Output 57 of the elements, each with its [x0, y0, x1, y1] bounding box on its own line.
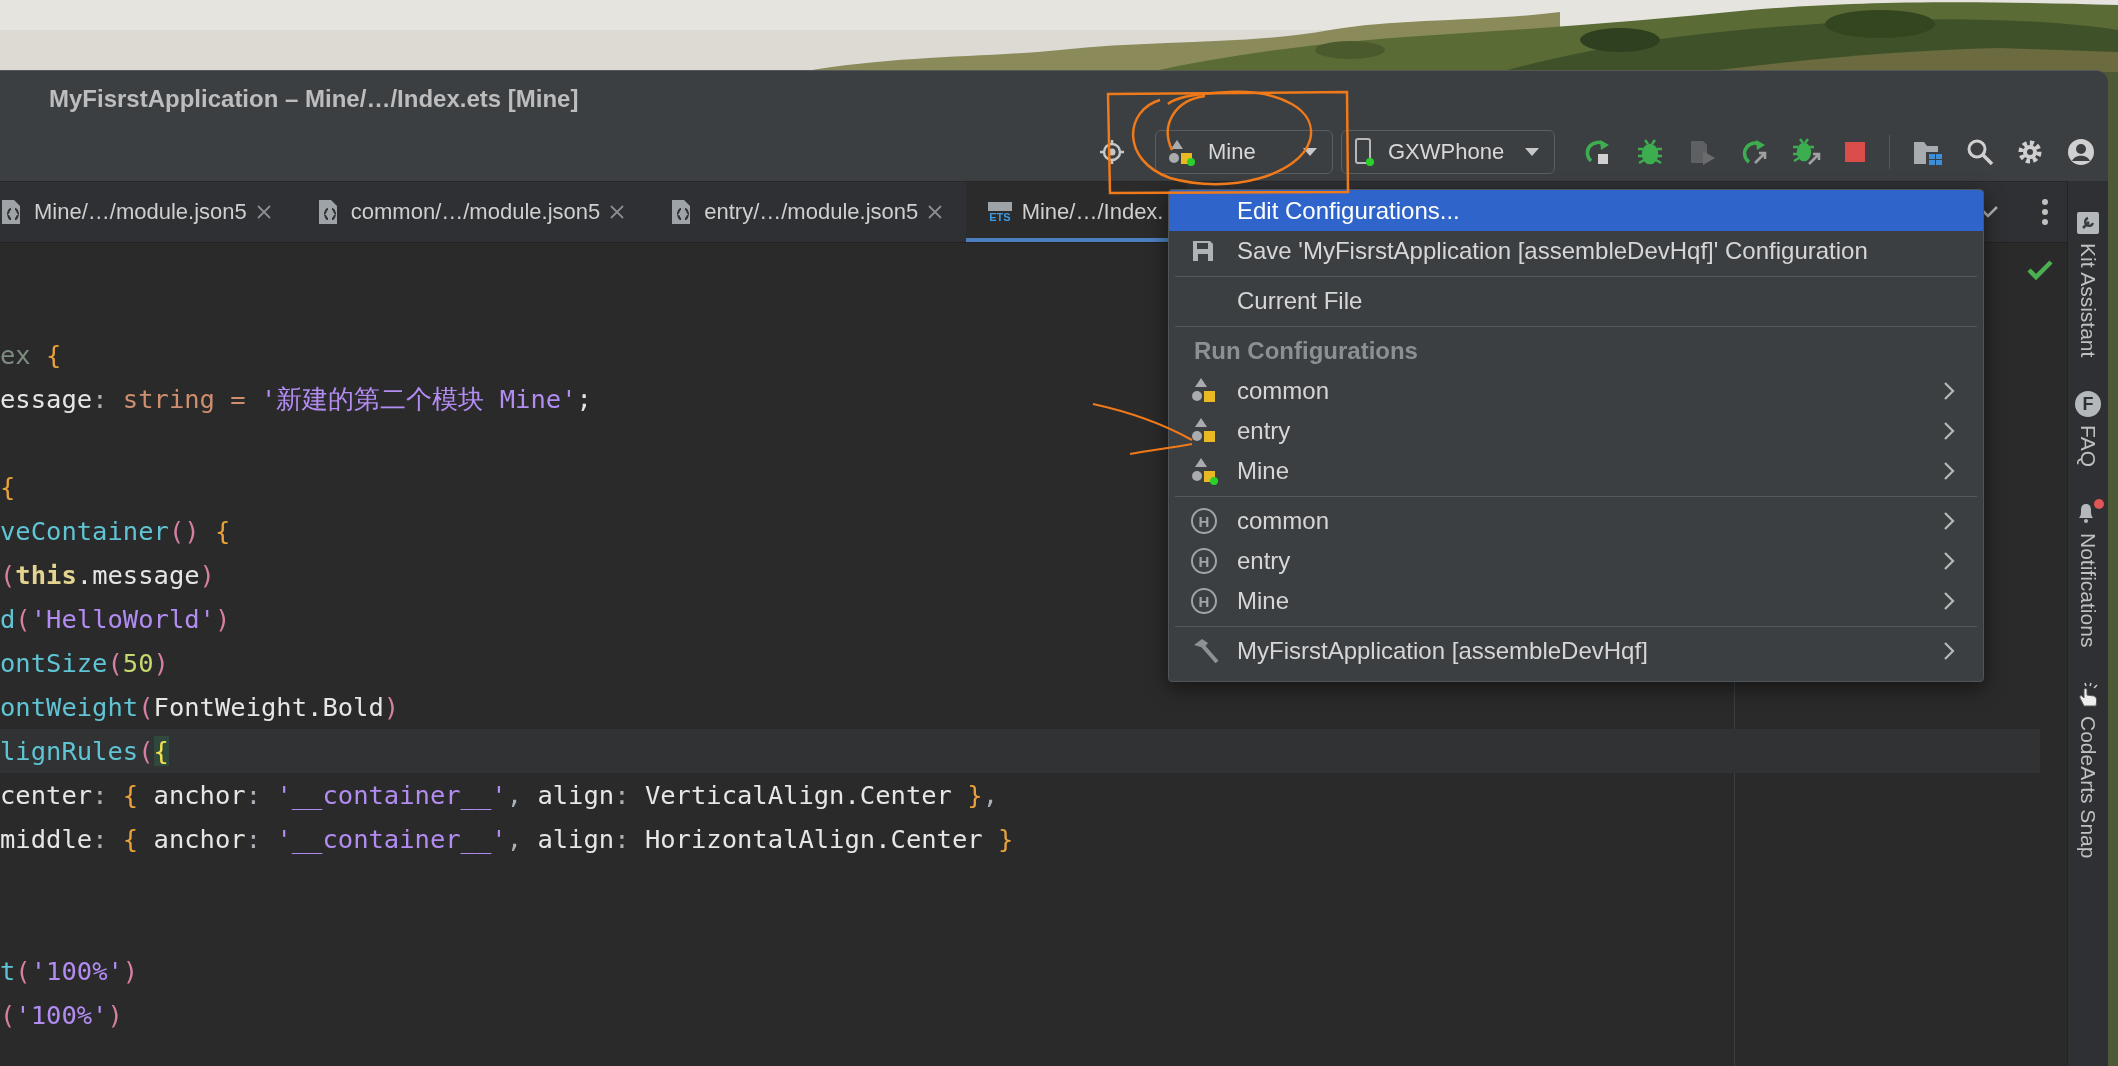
code-line: lignRules({ [0, 736, 169, 766]
account-icon[interactable] [2066, 137, 2096, 167]
menu-item[interactable]: MyFisrstApplication [assembleDevHqf] [1169, 631, 1983, 671]
pointing-hand-icon [2076, 681, 2100, 708]
menu-item[interactable]: Mine [1169, 451, 1983, 491]
code-line: ontWeight(FontWeight.Bold) [0, 692, 400, 722]
tool-window-button[interactable]: F FAQ [2075, 391, 2101, 468]
editor-tab[interactable]: Mine/…/module.json5 [0, 182, 295, 242]
device-dropdown[interactable]: GXWPhone [1341, 130, 1555, 174]
more-icon[interactable] [2041, 198, 2049, 226]
letter-icon: H [1191, 508, 1217, 534]
letter-icon: H [1191, 548, 1217, 574]
caret-icon [1302, 147, 1318, 157]
tool-window-button[interactable]: CodeArts Snap [2076, 681, 2100, 859]
menu-item[interactable]: H Mine [1169, 581, 1983, 621]
tool-window-button[interactable]: Kit Assistant [2076, 211, 2100, 358]
letter-icon: H [1191, 588, 1217, 614]
letter-icon: F [2075, 391, 2101, 418]
code-line: center: { anchor: '__container__', align: VerticalAlign.Center }, [0, 780, 998, 810]
caret-icon [1524, 147, 1540, 157]
menu-item[interactable]: entry [1169, 411, 1983, 451]
tool-window-button[interactable]: Notifications [2076, 501, 2100, 648]
close-icon[interactable] [610, 205, 625, 219]
menu-item[interactable]: Current File [1169, 281, 1983, 321]
code-line: essage: string = '新建的第二个模块 Mine'; [0, 384, 592, 414]
menu-section-header: Run Configurations [1193, 336, 1419, 366]
stop-icon[interactable] [1843, 140, 1867, 164]
editor-tab[interactable]: entry/…/module.json5 [648, 182, 967, 242]
module-icon [1168, 138, 1196, 166]
code-line: middle: { anchor: '__container__', align: HorizontalAlign.Center } [0, 824, 1014, 854]
editor-tab[interactable]: ETS Mine/…/Index. [966, 182, 1188, 242]
search-icon[interactable] [1966, 138, 1994, 166]
save-icon [1191, 239, 1215, 263]
locate-icon[interactable] [1099, 139, 1125, 165]
code-line: { [0, 472, 16, 502]
bug-icon[interactable] [1635, 137, 1665, 167]
code-line: d('HelloWorld') [0, 604, 231, 634]
menu-item[interactable]: common [1169, 371, 1983, 411]
run-configuration-dropdown[interactable]: Mine [1155, 130, 1333, 174]
close-icon[interactable] [256, 205, 271, 219]
code-line: ex { [0, 340, 62, 370]
menu-item[interactable]: Edit Configurations... [1169, 190, 1983, 231]
code-line: t('100%') [0, 956, 139, 986]
menu-item[interactable]: H common [1169, 501, 1983, 541]
check-icon [2027, 259, 2053, 281]
code-line: (this.message) [0, 560, 215, 590]
settings-icon[interactable] [2016, 138, 2044, 166]
bug-icon[interactable] [1791, 137, 1821, 167]
menu-item[interactable]: H entry [1169, 541, 1983, 581]
code-line: veContainer() { [0, 516, 231, 546]
code-line: ('100%') [0, 1000, 123, 1030]
close-icon[interactable] [928, 205, 943, 219]
editor-tab[interactable]: common/…/module.json5 [294, 182, 649, 242]
window-title: MyFisrstApplication – Mine/…/Index.ets [Mine] [49, 85, 579, 113]
wrench-icon [2076, 211, 2100, 235]
code-line: ontSize(50) [0, 648, 169, 678]
phone-icon [1354, 137, 1376, 167]
